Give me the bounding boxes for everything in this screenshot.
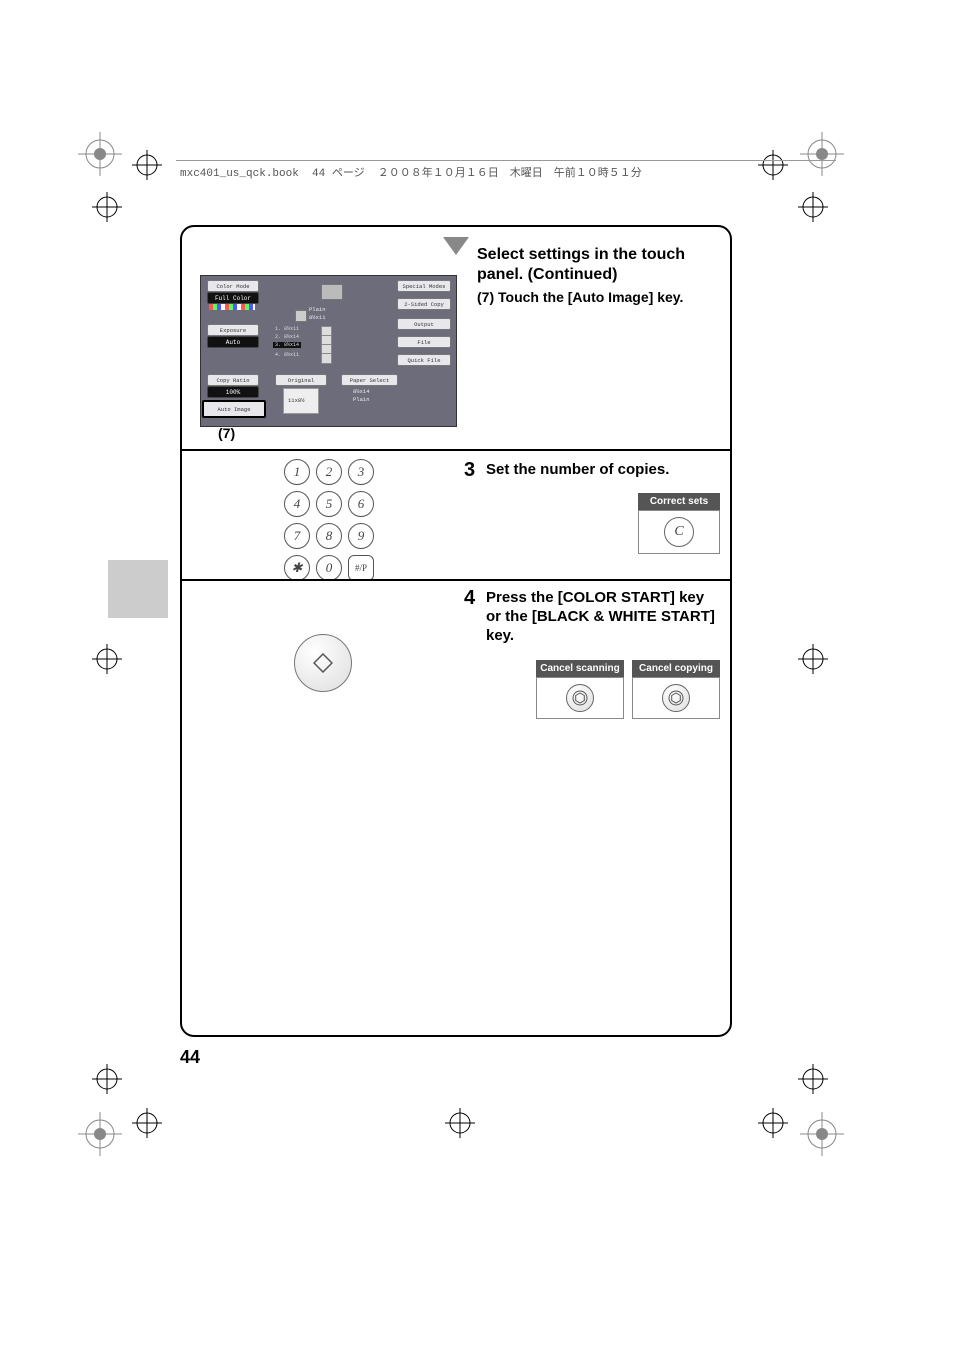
stop-icon (668, 690, 684, 706)
exposure-button: Exposure (207, 324, 259, 336)
key-star: ✱ (284, 555, 310, 581)
clear-key: C (664, 517, 694, 547)
key-3: 3 (348, 459, 374, 485)
correct-sets-body: C (638, 510, 720, 554)
cancel-scanning-box: Cancel scanning (536, 660, 624, 719)
key-8: 8 (316, 523, 342, 549)
stop-key-1 (566, 684, 594, 712)
key-5: 5 (316, 491, 342, 517)
tray-icon-4 (321, 353, 332, 364)
original-size: 11x8½ (288, 397, 305, 404)
quick-file-button: Quick File (397, 354, 451, 366)
output-button: Output (397, 318, 451, 330)
plain-size: 8½x11 (309, 314, 326, 321)
tray-1: 1. 8½x11 (275, 326, 299, 332)
original-preview: 11x8½ (283, 388, 319, 414)
paper-select-value: 8½x14 (353, 388, 370, 395)
regmark-bl-outer (78, 1112, 122, 1156)
regmark-ml-inner (92, 192, 122, 222)
regmark-tr-outer (800, 132, 844, 176)
cancel-copying-box: Cancel copying (632, 660, 720, 719)
color-mode-value: Full Color (207, 292, 259, 304)
print-header-rule (176, 160, 836, 161)
callout-7: (7) (218, 425, 235, 441)
special-modes-button: Special Modes (397, 280, 451, 292)
tray-3: 3. 8½x14 (273, 342, 301, 348)
cancel-boxes: Cancel scanning Cancel copying (536, 660, 720, 719)
color-mode-button: Color Mode (207, 280, 259, 292)
tray-box-icon (295, 310, 307, 322)
key-0: 0 (316, 555, 342, 581)
step-3-number: 3 (464, 459, 475, 482)
substep-text: Touch the [Auto Image] key. (498, 289, 683, 305)
color-swatch (209, 304, 255, 310)
regmark-br-upper (798, 1064, 828, 1094)
regmark-br-outer (800, 1112, 844, 1156)
touch-panel: Color Mode Full Color Exposure Auto Copy… (200, 275, 457, 427)
cancel-copying-body (632, 677, 720, 719)
regmark-bm (445, 1108, 475, 1138)
cancel-scanning-body (536, 677, 624, 719)
tray-2: 2. 8½x14 (275, 334, 299, 340)
key-4: 4 (284, 491, 310, 517)
plain-label: Plain (309, 306, 326, 313)
paper-select-button: Paper Select (341, 374, 398, 386)
copy-ratio-button: Copy Ratio (207, 374, 259, 386)
regmark-left-mid (92, 644, 122, 674)
diamond-icon (313, 653, 333, 673)
key-1: 1 (284, 459, 310, 485)
two-sided-button: 2-Sided Copy (397, 298, 451, 310)
regmark-right-mid (798, 644, 828, 674)
exposure-value: Auto (207, 336, 259, 348)
side-tab (108, 560, 168, 618)
stop-icon (572, 690, 588, 706)
auto-image-button: Auto Image (202, 400, 266, 418)
regmark-bl-inner (132, 1108, 162, 1138)
right-column: Select settings in the touch panel. (Con… (477, 245, 717, 307)
original-button: Original (275, 374, 327, 386)
page-number: 44 (180, 1047, 200, 1068)
key-hash-p: #/P (348, 555, 374, 581)
copy-ratio-value: 100% (207, 386, 259, 398)
section-title: Select settings in the touch panel. (Con… (477, 245, 717, 285)
step-4-number: 4 (464, 587, 475, 610)
stop-key-2 (662, 684, 690, 712)
cancel-scanning-label: Cancel scanning (536, 660, 624, 677)
divider-1 (182, 449, 730, 451)
section-substep: (7) Touch the [Auto Image] key. (477, 289, 717, 307)
substep-number: (7) (477, 289, 494, 305)
divider-2 (182, 579, 730, 581)
paper-select-sub: Plain (353, 396, 370, 403)
regmark-br-inner (758, 1108, 788, 1138)
print-header: mxc401_us_qck.book 44 ページ ２００８年１０月１６日 木曜… (180, 164, 642, 180)
file-button: File (397, 336, 451, 348)
regmark-tr-inner (758, 150, 788, 180)
step-4-text: Press the [COLOR START] key or the [BLAC… (486, 589, 716, 645)
correct-sets-label: Correct sets (638, 493, 720, 510)
content-box: Color Mode Full Color Exposure Auto Copy… (180, 225, 732, 1037)
cancel-copying-label: Cancel copying (632, 660, 720, 677)
down-arrow-icon (441, 235, 471, 257)
regmark-tl-outer (78, 132, 122, 176)
regmark-bl-upper (92, 1064, 122, 1094)
key-7: 7 (284, 523, 310, 549)
regmark-tl-inner (132, 150, 162, 180)
device-icon (321, 284, 343, 300)
regmark-mr-inner (798, 192, 828, 222)
key-2: 2 (316, 459, 342, 485)
key-9: 9 (348, 523, 374, 549)
step-3-text: Set the number of copies. (486, 461, 716, 480)
key-6: 6 (348, 491, 374, 517)
numeric-keypad: 1 2 3 4 5 6 7 8 9 ✱ 0 #/P (284, 459, 374, 581)
start-key (294, 634, 352, 692)
correct-sets-box: Correct sets C (638, 493, 720, 554)
tray-4: 4. 8½x11 (275, 352, 299, 358)
